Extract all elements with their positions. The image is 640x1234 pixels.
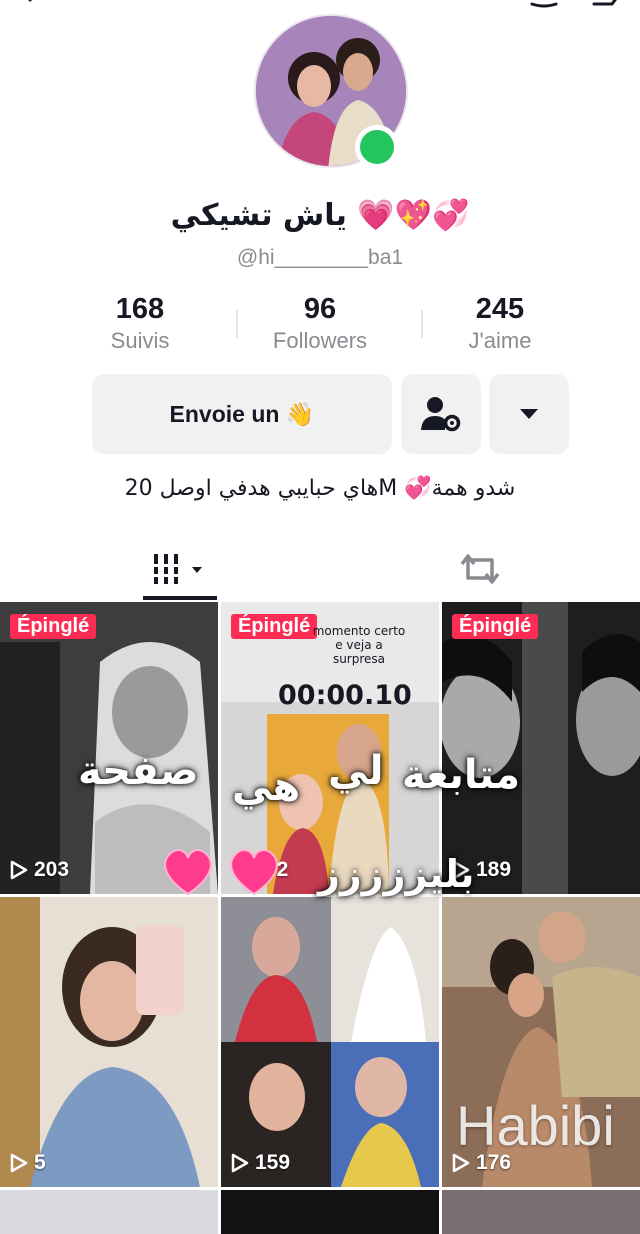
play-icon	[10, 1153, 28, 1173]
more-options-button[interactable]	[489, 374, 569, 454]
video-thumbnail	[0, 897, 218, 1187]
stats-divider	[236, 310, 238, 338]
videos-grid-icon	[154, 554, 202, 584]
stat-following-count: 168	[115, 293, 165, 325]
bio-text: هاي حبايبي هدفي اوصل 20M 💞شدو همة	[124, 476, 516, 501]
pinned-badge: Épinglé	[10, 614, 97, 639]
video-tile[interactable]: 5	[0, 897, 218, 1187]
sticker-text: متابعة	[402, 752, 520, 798]
stat-followers-count: 96	[303, 293, 337, 325]
bell-icon[interactable]	[528, 0, 560, 16]
sticker-text: صفحة	[78, 748, 199, 794]
play-icon	[231, 1153, 249, 1173]
sticker-text: بليززززز	[318, 852, 475, 896]
heart-sticker-icon	[164, 849, 212, 896]
stat-likes-label: J'aime	[468, 328, 532, 353]
stat-likes[interactable]: 245 J'aime	[410, 292, 590, 358]
username: @hi________ba1	[236, 246, 404, 269]
message-button-label: Envoie un 👋	[169, 400, 315, 427]
sticker-text: لي	[328, 748, 384, 794]
message-button[interactable]: Envoie un 👋	[92, 374, 392, 454]
video-tile[interactable]: Épinglé 189	[442, 602, 640, 894]
heart-sticker-icon	[230, 849, 278, 896]
pinned-badge: Épinglé	[452, 614, 539, 639]
display-name: ياش تشيكي 💗💖💞	[170, 198, 470, 233]
caret-down-icon	[520, 409, 538, 419]
stat-following[interactable]: 168 Suivis	[50, 292, 230, 358]
video-tile[interactable]: Habibi 176	[442, 897, 640, 1187]
video-thumbnail	[442, 602, 640, 894]
play-icon	[452, 1153, 470, 1173]
view-count: 176	[452, 1151, 511, 1175]
view-count: 5	[10, 1151, 46, 1175]
view-count-value: 203	[34, 858, 70, 881]
video-grid: Épinglé 203 Épinglé momento certo e veja…	[0, 602, 640, 1234]
video-tile[interactable]: 159	[221, 897, 439, 1187]
view-count-value: 159	[255, 1151, 291, 1174]
view-count-value: 176	[476, 1151, 512, 1174]
play-icon	[10, 860, 28, 880]
stat-following-label: Suivis	[110, 328, 170, 353]
video-tile[interactable]	[0, 1190, 218, 1234]
content-tabs	[0, 540, 640, 602]
stat-followers[interactable]: 96 Followers	[230, 292, 410, 358]
view-count-value: 5	[34, 1151, 46, 1174]
video-tile[interactable]	[221, 1190, 439, 1234]
tab-videos[interactable]	[20, 540, 340, 598]
tile-timer: 00:00.10	[278, 680, 412, 711]
view-count: 159	[231, 1151, 290, 1175]
tab-reposts[interactable]	[320, 540, 640, 598]
pinned-badge: Épinglé	[231, 614, 318, 639]
stat-followers-label: Followers	[272, 328, 368, 353]
stat-likes-count: 245	[475, 293, 525, 325]
tile-caption: Habibi	[456, 1094, 615, 1157]
video-thumbnail	[221, 897, 439, 1187]
person-settings-icon	[421, 397, 461, 432]
stats-divider	[421, 310, 423, 338]
sticker-text: هي	[232, 764, 301, 810]
stats-row: 168 Suivis 96 Followers 245 J'aime	[50, 292, 590, 358]
back-arrow-icon[interactable]	[22, 0, 50, 14]
view-count-value: 189	[476, 858, 512, 881]
tile-caption: momento certo e veja a surpresa	[312, 624, 406, 666]
video-tile[interactable]	[442, 1190, 640, 1234]
online-status-dot	[355, 125, 399, 169]
follow-settings-button[interactable]	[401, 374, 481, 454]
share-icon[interactable]	[592, 0, 626, 16]
view-count: 203	[10, 858, 69, 882]
active-tab-indicator	[143, 596, 217, 600]
repost-icon	[460, 554, 500, 584]
